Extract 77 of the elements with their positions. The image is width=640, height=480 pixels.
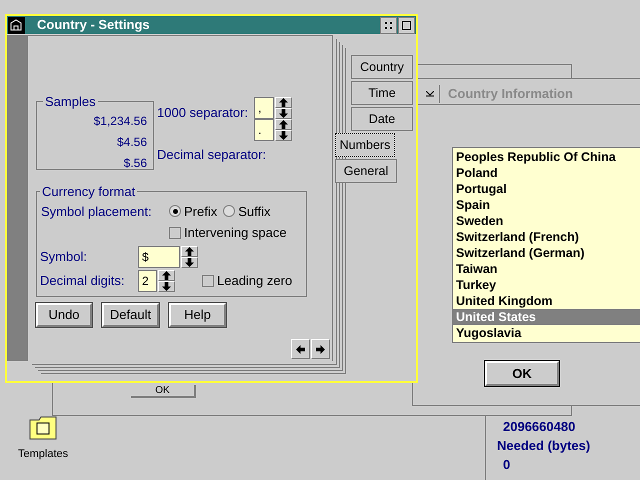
field-label: Symbol placement: — [41, 202, 153, 221]
notebook-tab[interactable]: General — [335, 159, 397, 183]
radio-button[interactable] — [169, 205, 181, 218]
radio-label: Suffix — [238, 202, 271, 220]
spin-field[interactable]: . — [254, 119, 274, 141]
spin-up-button[interactable] — [181, 246, 198, 256]
spin-down-button[interactable] — [158, 280, 175, 292]
right-arrow-icon — [316, 344, 325, 354]
list-item[interactable]: Sweden — [453, 213, 640, 229]
needed-label: Needed (bytes) — [497, 437, 592, 455]
group-title: Samples — [44, 93, 97, 111]
up-arrow-icon — [162, 270, 171, 280]
down-arrow-icon — [279, 131, 288, 140]
spin-down-button[interactable] — [181, 256, 198, 268]
checkbox-label: Intervening space — [184, 224, 287, 242]
list-item[interactable]: Switzerland (French) — [453, 229, 640, 245]
spin-up-button[interactable] — [158, 270, 175, 280]
field-label: Decimal separator: — [157, 146, 268, 164]
dots-icon — [385, 22, 392, 28]
previous-page-button[interactable] — [291, 339, 310, 359]
next-page-button[interactable] — [311, 339, 330, 359]
ok-button[interactable]: OK — [485, 361, 559, 386]
checkbox-label: Leading zero — [217, 272, 292, 290]
maximize-button[interactable] — [398, 16, 415, 34]
square-icon — [402, 20, 411, 30]
list-item[interactable]: Taiwan — [453, 261, 640, 277]
icon-label[interactable]: Templates — [18, 446, 68, 462]
list-item[interactable]: United States — [453, 309, 640, 325]
list-item[interactable]: Spain — [453, 197, 640, 213]
list-item[interactable]: United Kingdom — [453, 293, 640, 309]
up-arrow-icon — [279, 98, 288, 107]
down-arrow-icon — [185, 258, 194, 266]
up-arrow-icon — [279, 120, 288, 129]
ok-button[interactable]: OK — [131, 385, 196, 398]
free-bytes-value: 2096660480 — [502, 418, 576, 436]
down-arrow-icon — [162, 282, 171, 290]
notebook-tab[interactable]: Country — [351, 55, 413, 79]
sample-value: $4.56 — [116, 134, 147, 150]
chevron-down-icon — [426, 90, 434, 96]
list-item[interactable]: Portugal — [453, 181, 640, 197]
list-item[interactable]: Turkey — [453, 277, 640, 293]
push-button[interactable]: Help — [169, 302, 226, 326]
window-title: Country - Settings — [37, 16, 150, 34]
left-arrow-icon — [296, 344, 305, 354]
spin-field[interactable]: 2 — [138, 270, 157, 292]
spin-down-button[interactable] — [275, 108, 292, 119]
list-item[interactable]: Poland — [453, 165, 640, 181]
spin-field[interactable]: , — [254, 97, 274, 119]
spin-down-button[interactable] — [275, 130, 292, 141]
notebook-tab[interactable]: Date — [351, 107, 413, 131]
radio-label: Prefix — [184, 202, 218, 220]
needed-value: 0 — [502, 456, 512, 474]
field-label: 1000 separator: — [157, 104, 248, 122]
checkbox[interactable] — [202, 274, 214, 286]
notebook-tab[interactable]: Numbers — [335, 133, 395, 157]
up-arrow-icon — [185, 246, 194, 256]
sample-value: $.56 — [124, 154, 147, 172]
notebook-tab[interactable]: Time — [351, 81, 413, 105]
spin-field[interactable]: $ — [138, 246, 180, 268]
field-label: Symbol: — [40, 248, 88, 266]
field-label: Decimal digits: — [40, 272, 126, 290]
push-button[interactable]: Undo — [36, 302, 92, 326]
list-item[interactable]: Switzerland (German) — [453, 245, 640, 261]
group-title: Currency format — [41, 183, 136, 201]
sample-value: $1,234.56 — [94, 112, 147, 130]
folder-icon[interactable] — [29, 416, 58, 440]
system-menu-icon[interactable] — [8, 16, 25, 34]
checkbox[interactable] — [169, 226, 181, 239]
radio-button[interactable] — [223, 205, 236, 218]
list-item[interactable]: Peoples Republic Of China — [453, 149, 640, 165]
window-title: Country Information — [448, 84, 573, 103]
minimize-button[interactable] — [380, 16, 397, 34]
list-item[interactable]: Yugoslavia — [453, 325, 640, 341]
spin-up-button[interactable] — [275, 119, 292, 130]
down-arrow-icon — [279, 109, 288, 118]
push-button[interactable]: Default — [102, 302, 159, 326]
spin-up-button[interactable] — [275, 97, 292, 108]
